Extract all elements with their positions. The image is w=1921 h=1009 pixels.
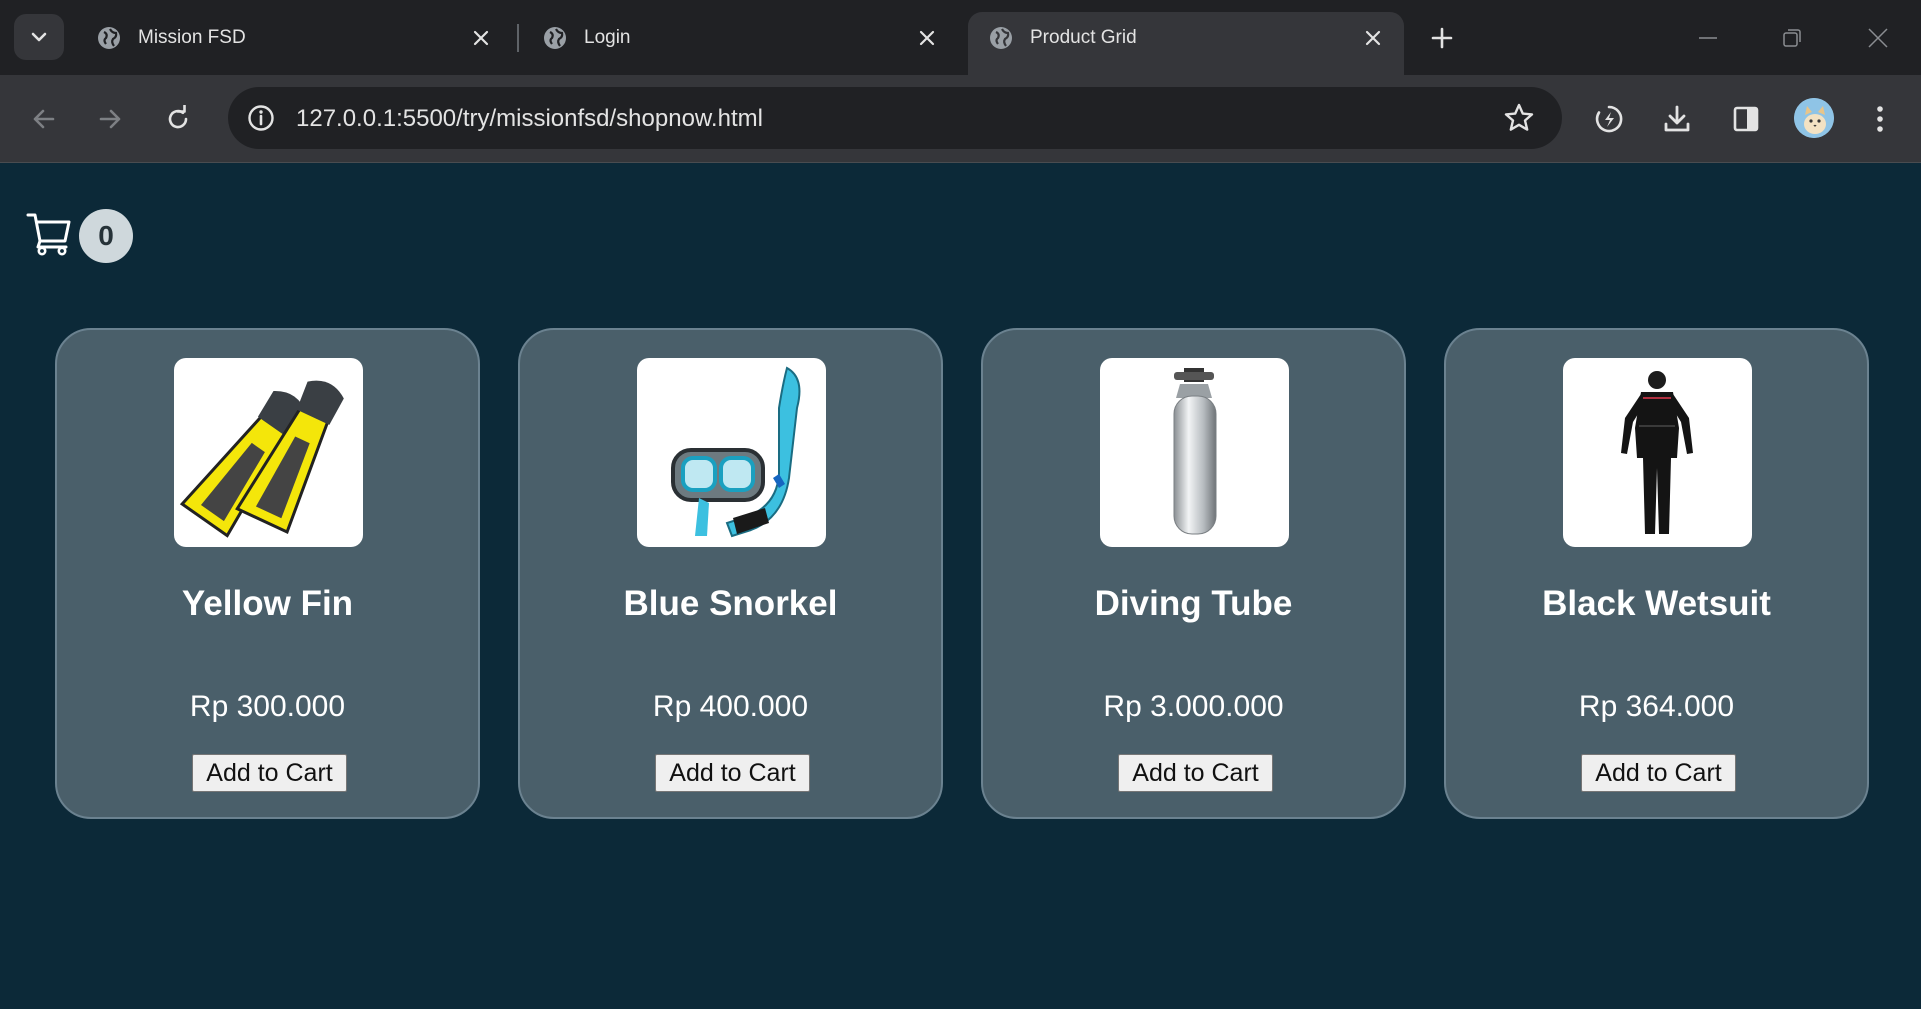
address-bar[interactable]: 127.0.0.1:5500/try/missionfsd/shopnow.ht… [228, 87, 1562, 149]
tab-close-icon[interactable] [1358, 23, 1388, 53]
arrow-right-icon [99, 109, 121, 129]
downloads-button[interactable] [1655, 97, 1699, 141]
tab-title: Product Grid [1030, 27, 1137, 48]
product-card: Diving Tube Rp 3.000.000 Add to Cart [981, 328, 1406, 819]
back-button[interactable] [22, 97, 66, 141]
url-text[interactable]: 127.0.0.1:5500/try/missionfsd/shopnow.ht… [296, 105, 763, 133]
arrow-left-icon [33, 109, 55, 129]
globe-icon [544, 27, 566, 49]
product-price: Rp 3.000.000 [1103, 690, 1284, 723]
add-to-cart-button[interactable]: Add to Cart [192, 754, 347, 792]
product-card: Black Wetsuit Rp 364.000 Add to Cart [1444, 328, 1869, 819]
product-name: Blue Snorkel [623, 584, 838, 623]
tab-search-button[interactable] [14, 14, 64, 60]
browser-toolbar: 127.0.0.1:5500/try/missionfsd/shopnow.ht… [0, 75, 1921, 163]
cart-count-badge: 0 [79, 209, 133, 263]
product-card: Yellow Fin Rp 300.000 Add to Cart [55, 328, 480, 819]
tab-close-icon[interactable] [466, 23, 496, 53]
product-name: Diving Tube [1094, 584, 1293, 623]
tab-title: Login [584, 27, 631, 48]
profile-avatar-icon [1794, 98, 1834, 138]
product-image-black-wetsuit [1563, 358, 1752, 547]
close-icon [1868, 28, 1888, 48]
forward-button[interactable] [88, 97, 132, 141]
tab-close-icon[interactable] [912, 23, 942, 53]
restore-icon [1783, 29, 1801, 47]
tab-separator [517, 24, 519, 52]
performance-icon [1595, 105, 1623, 133]
add-to-cart-button[interactable]: Add to Cart [655, 754, 810, 792]
product-image-yellow-fins [174, 358, 363, 547]
globe-icon [990, 27, 1012, 49]
tab-product-grid[interactable]: Product Grid [968, 12, 1404, 75]
performance-button[interactable] [1587, 97, 1631, 141]
product-name: Yellow Fin [181, 584, 354, 623]
bookmark-star-icon[interactable] [1502, 101, 1536, 135]
close-window-button[interactable] [1862, 22, 1894, 54]
minimize-icon [1699, 37, 1717, 39]
side-panel-button[interactable] [1724, 97, 1768, 141]
side-panel-icon [1733, 106, 1759, 132]
product-card: Blue Snorkel Rp 400.000 Add to Cart [518, 328, 943, 819]
product-name: Black Wetsuit [1542, 584, 1771, 623]
tab-strip: Mission FSD Login Product Grid [0, 0, 1921, 75]
tab-title: Mission FSD [138, 27, 246, 48]
globe-icon [98, 27, 120, 49]
reload-icon [168, 105, 188, 129]
minimize-button[interactable] [1692, 22, 1724, 54]
product-image-blue-snorkel [637, 358, 826, 547]
download-icon [1664, 105, 1690, 132]
chevron-down-icon [31, 32, 47, 42]
shopping-cart-icon[interactable] [26, 210, 72, 256]
menu-button[interactable] [1858, 97, 1902, 141]
reload-button[interactable] [156, 97, 200, 141]
restore-button[interactable] [1776, 22, 1808, 54]
plus-icon [1431, 27, 1453, 49]
product-price: Rp 400.000 [652, 690, 809, 723]
product-grid: Yellow Fin Rp 300.000 Add to Cart Blue S… [55, 328, 1870, 819]
add-to-cart-button[interactable]: Add to Cart [1118, 754, 1273, 792]
tab-login[interactable]: Login [522, 12, 952, 75]
product-image-diving-tank [1100, 358, 1289, 547]
add-to-cart-button[interactable]: Add to Cart [1581, 754, 1736, 792]
site-info-icon[interactable] [246, 103, 276, 133]
product-price: Rp 300.000 [189, 690, 346, 723]
product-price: Rp 364.000 [1578, 690, 1735, 723]
new-tab-button[interactable] [1426, 22, 1458, 54]
tab-mission-fsd[interactable]: Mission FSD [76, 12, 506, 75]
kebab-menu-icon [1877, 106, 1883, 132]
profile-avatar[interactable] [1794, 98, 1834, 138]
